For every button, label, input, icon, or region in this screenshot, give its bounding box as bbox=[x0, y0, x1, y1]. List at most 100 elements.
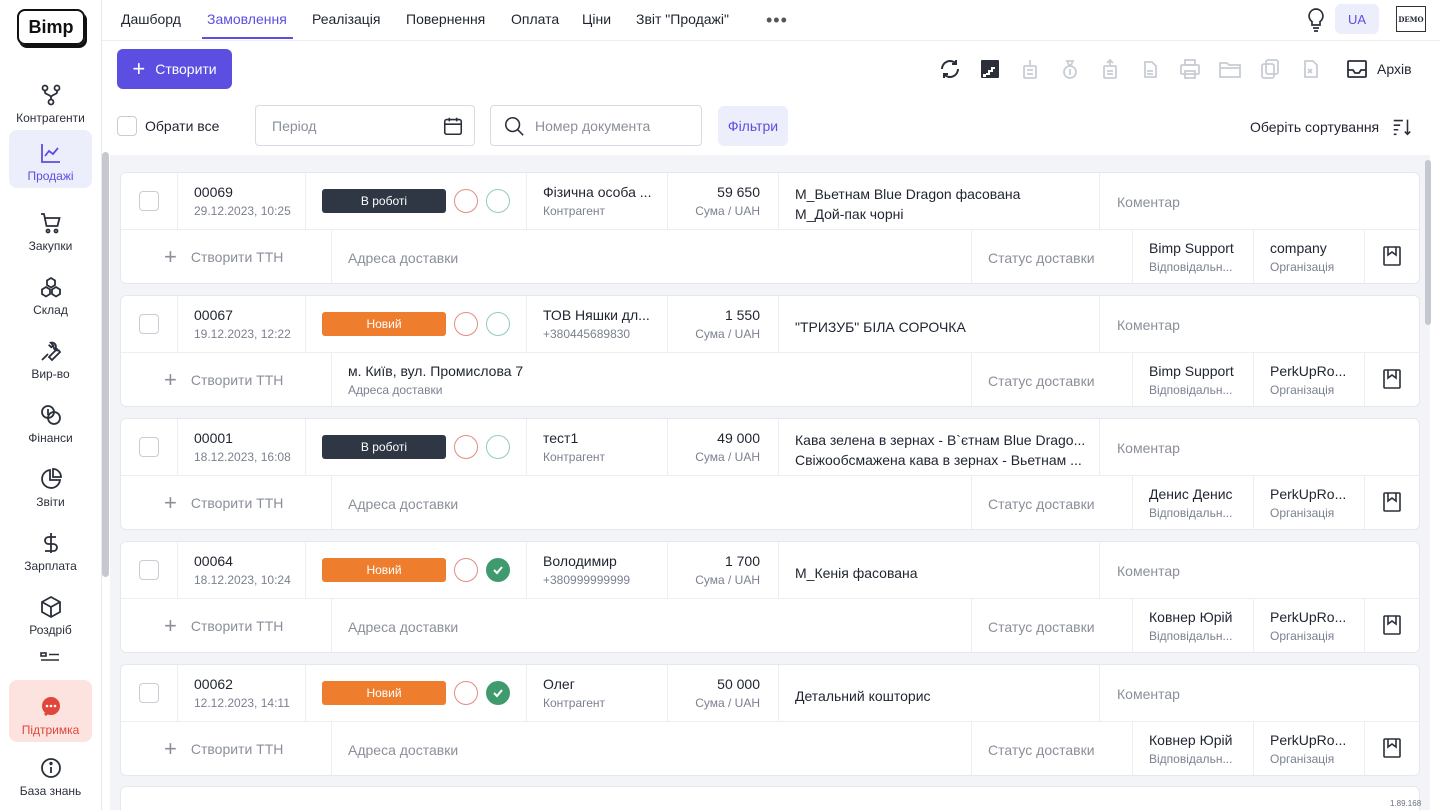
shipment-status-icon[interactable] bbox=[454, 681, 478, 705]
delivery-address-field[interactable]: Адреса доставки bbox=[348, 496, 458, 512]
responsible-name[interactable]: Ковнер Юрій bbox=[1149, 609, 1232, 625]
language-switch[interactable]: UA bbox=[1335, 4, 1379, 34]
order-number[interactable]: 00067 bbox=[194, 307, 233, 323]
comment-field[interactable]: Коментар bbox=[1117, 317, 1180, 333]
tab-realization[interactable]: Реалізація bbox=[312, 11, 381, 27]
sidebar-item-production[interactable]: Вир-во bbox=[9, 328, 92, 386]
status-badge[interactable]: В роботі bbox=[322, 189, 446, 213]
select-all[interactable]: Обрати все bbox=[117, 116, 219, 136]
document-number-input[interactable]: Номер документа bbox=[490, 105, 702, 146]
copy-icon[interactable] bbox=[1258, 57, 1282, 81]
money-bag-icon[interactable] bbox=[1058, 57, 1082, 81]
list-icon[interactable] bbox=[40, 652, 60, 662]
organization-name[interactable]: PerkUpRo... bbox=[1270, 732, 1346, 748]
tab-prices[interactable]: Ціни bbox=[582, 11, 611, 27]
tab-sales-report[interactable]: Звіт "Продажі" bbox=[636, 11, 729, 27]
payment-status-icon[interactable] bbox=[486, 189, 510, 213]
sidebar-item-retail[interactable]: Роздріб bbox=[9, 584, 92, 642]
tab-payment[interactable]: Оплата bbox=[511, 11, 559, 27]
period-input[interactable]: Період bbox=[255, 105, 475, 146]
order-number[interactable]: 00001 bbox=[194, 430, 233, 446]
comment-field[interactable]: Коментар bbox=[1117, 686, 1180, 702]
status-badge[interactable]: Новий bbox=[322, 558, 446, 582]
sort-select[interactable]: Оберіть сортування bbox=[1250, 116, 1413, 138]
create-ttn-button[interactable]: + Створити ТТН bbox=[164, 492, 283, 514]
refresh-icon[interactable] bbox=[938, 57, 962, 81]
create-ttn-button[interactable]: + Створити ТТН bbox=[164, 246, 283, 268]
delivery-address-field[interactable]: Адреса доставки bbox=[348, 619, 458, 635]
status-badge[interactable]: В роботі bbox=[322, 435, 446, 459]
order-number[interactable]: 00069 bbox=[194, 184, 233, 200]
sidebar-item-reports[interactable]: Звіти bbox=[9, 456, 92, 514]
bimp-logo[interactable]: Bimp bbox=[17, 9, 85, 45]
delivery-status-field[interactable]: Статус доставки bbox=[988, 742, 1095, 758]
more-tabs-icon[interactable]: ••• bbox=[766, 10, 788, 31]
delivery-status-field[interactable]: Статус доставки bbox=[988, 373, 1095, 389]
sidebar-scrollbar[interactable] bbox=[102, 152, 109, 577]
sidebar-item-warehouse[interactable]: Склад bbox=[9, 264, 92, 322]
orders-scrollbar[interactable] bbox=[1425, 160, 1431, 325]
tab-returns[interactable]: Повернення bbox=[406, 11, 485, 27]
bank-icon[interactable] bbox=[1018, 57, 1042, 81]
tab-dashboard[interactable]: Дашборд bbox=[121, 11, 181, 27]
bookmark-icon[interactable] bbox=[1381, 491, 1403, 513]
responsible-name[interactable]: Bimp Support bbox=[1149, 240, 1234, 256]
delivery-status-field[interactable]: Статус доставки bbox=[988, 250, 1095, 266]
order-card[interactable]: 00001 18.12.2023, 16:08 В роботі тест1 К… bbox=[120, 418, 1420, 530]
order-number[interactable]: 00064 bbox=[194, 553, 233, 569]
delivery-status-field[interactable]: Статус доставки bbox=[988, 619, 1095, 635]
order-card[interactable]: 00064 18.12.2023, 10:24 Новий Володимир … bbox=[120, 541, 1420, 653]
comment-field[interactable]: Коментар bbox=[1117, 563, 1180, 579]
counterparty-name[interactable]: ТОВ Няшки дл... bbox=[543, 307, 650, 323]
payment-status-icon[interactable] bbox=[486, 312, 510, 336]
archive-button[interactable]: Архів bbox=[1345, 57, 1412, 81]
delivery-status-field[interactable]: Статус доставки bbox=[988, 496, 1095, 512]
organization-name[interactable]: PerkUpRo... bbox=[1270, 609, 1346, 625]
document-icon[interactable] bbox=[1138, 57, 1162, 81]
demo-badge[interactable]: DEMO bbox=[1396, 6, 1426, 32]
paid-check-icon[interactable] bbox=[486, 558, 510, 582]
organization-name[interactable]: PerkUpRo... bbox=[1270, 363, 1346, 379]
sidebar-item-salary[interactable]: Зарплата bbox=[9, 520, 92, 578]
order-card[interactable]: 00067 19.12.2023, 12:22 Новий ТОВ Няшки … bbox=[120, 295, 1420, 407]
counterparty-name[interactable]: Фізична особа ... bbox=[543, 184, 651, 200]
delivery-address-value[interactable]: м. Київ, вул. Промислова 7 bbox=[348, 363, 523, 379]
comment-field[interactable]: Коментар bbox=[1117, 194, 1180, 210]
shipment-status-icon[interactable] bbox=[454, 189, 478, 213]
create-ttn-button[interactable]: + Створити ТТН bbox=[164, 615, 283, 637]
order-checkbox[interactable] bbox=[139, 683, 159, 703]
sidebar-item-support[interactable]: Підтримка bbox=[9, 680, 92, 742]
order-number[interactable]: 00062 bbox=[194, 676, 233, 692]
organization-name[interactable]: PerkUpRo... bbox=[1270, 486, 1346, 502]
select-all-checkbox[interactable] bbox=[117, 116, 137, 136]
export-icon[interactable] bbox=[978, 57, 1002, 81]
responsible-name[interactable]: Денис Денис bbox=[1149, 486, 1233, 502]
counterparty-name[interactable]: Володимир bbox=[543, 553, 617, 569]
create-button[interactable]: + Створити bbox=[117, 49, 232, 89]
bookmark-icon[interactable] bbox=[1381, 737, 1403, 759]
lightbulb-icon[interactable] bbox=[1304, 7, 1328, 33]
sidebar-item-counterparties[interactable]: Контрагенти bbox=[9, 72, 92, 130]
shipment-status-icon[interactable] bbox=[454, 435, 478, 459]
bookmark-icon[interactable] bbox=[1381, 614, 1403, 636]
print-icon[interactable] bbox=[1178, 57, 1202, 81]
sidebar-item-knowledge-base[interactable]: База знань bbox=[9, 747, 92, 803]
comment-field[interactable]: Коментар bbox=[1117, 440, 1180, 456]
delivery-address-field[interactable]: Адреса доставки bbox=[348, 742, 458, 758]
order-checkbox[interactable] bbox=[139, 560, 159, 580]
order-card[interactable]: 00069 29.12.2023, 10:25 В роботі Фізична… bbox=[120, 172, 1420, 284]
filters-button[interactable]: Фільтри bbox=[718, 106, 788, 146]
order-card[interactable]: 00062 12.12.2023, 14:11 Новий Олег Контр… bbox=[120, 664, 1420, 776]
delete-document-icon[interactable] bbox=[1298, 57, 1322, 81]
order-checkbox[interactable] bbox=[139, 437, 159, 457]
calendar-icon[interactable] bbox=[442, 115, 464, 137]
counterparty-name[interactable]: Олег bbox=[543, 676, 575, 692]
sidebar-item-purchases[interactable]: Закупки bbox=[9, 200, 92, 258]
organization-name[interactable]: company bbox=[1270, 240, 1327, 256]
order-checkbox[interactable] bbox=[139, 191, 159, 211]
payment-status-icon[interactable] bbox=[486, 435, 510, 459]
delivery-address-field[interactable]: Адреса доставки bbox=[348, 250, 458, 266]
status-badge[interactable]: Новий bbox=[322, 681, 446, 705]
document-out-icon[interactable] bbox=[1098, 57, 1122, 81]
status-badge[interactable]: Новий bbox=[322, 312, 446, 336]
